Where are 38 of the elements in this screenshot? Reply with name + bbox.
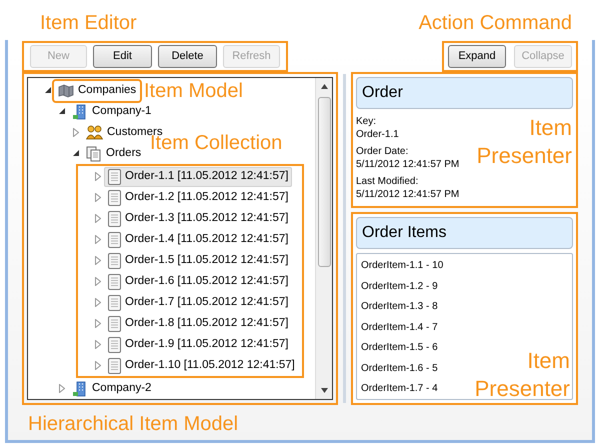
- tree-item[interactable]: Companies: [54, 80, 140, 100]
- tree-item[interactable]: Company-1: [68, 102, 156, 122]
- list-item[interactable]: OrderItem-1.1 - 10: [361, 256, 444, 276]
- tree-item[interactable]: Order-1.3 [11.05.2012 12:41:57]: [104, 208, 292, 228]
- tree-item[interactable]: Company-2: [68, 378, 156, 398]
- list-item[interactable]: OrderItem-1.5 - 6: [361, 338, 438, 358]
- field-label: Key:: [356, 115, 376, 128]
- field-label: Order Date:: [356, 145, 408, 158]
- list-item[interactable]: OrderItem-1.2 - 9: [361, 276, 438, 296]
- annotation-label: Hierarchical Item Model: [28, 412, 240, 437]
- toolbar-button[interactable]: Delete: [158, 45, 217, 68]
- annotation-label: Item Presenter: [476, 114, 572, 170]
- field-label: Last Modified:: [356, 175, 418, 188]
- tree-item[interactable]: Order-1.1 [11.05.2012 12:41:57]: [104, 166, 292, 186]
- presenter-header: Order: [356, 77, 573, 109]
- tree-item[interactable]: Order-1.7 [11.05.2012 12:41:57]: [104, 292, 292, 312]
- field-value: Order-1.1: [356, 128, 399, 141]
- tree-item[interactable]: Order-1.5 [11.05.2012 12:41:57]: [104, 250, 292, 270]
- field-value: 5/11/2012 12:41:57 PM: [356, 188, 460, 201]
- tree-item[interactable]: Order-1.10 [11.05.2012 12:41:57]: [104, 356, 299, 376]
- annotation-label: Action Command: [418, 11, 572, 36]
- tree-item[interactable]: Order-1.6 [11.05.2012 12:41:57]: [104, 272, 292, 292]
- tree-item[interactable]: Order-1.9 [11.05.2012 12:41:57]: [104, 334, 292, 354]
- toolbar-button[interactable]: Edit: [93, 45, 152, 68]
- presenter-header: Order Items: [356, 216, 573, 248]
- tree-item[interactable]: Orders: [82, 144, 146, 164]
- annotation-label: Item Presenter: [474, 347, 570, 403]
- toolbar-button[interactable]: Expand: [448, 45, 506, 68]
- list-item[interactable]: OrderItem-1.3 - 8: [361, 296, 438, 317]
- tree-item[interactable]: Order-1.4 [11.05.2012 12:41:57]: [104, 230, 292, 250]
- list-item[interactable]: OrderItem-1.6 - 5: [361, 358, 438, 378]
- annotation-label: Item Model: [144, 79, 243, 104]
- tree-item[interactable]: Order-1.8 [11.05.2012 12:41:57]: [104, 314, 292, 334]
- list-item[interactable]: OrderItem-1.7 - 4: [361, 378, 438, 399]
- field-value: 5/11/2012 12:41:57 PM: [356, 158, 460, 171]
- list-item[interactable]: OrderItem-1.4 - 7: [361, 317, 438, 338]
- annotation-label: Item Editor: [40, 11, 137, 36]
- tree-item[interactable]: Order-1.2 [11.05.2012 12:41:57]: [104, 188, 292, 208]
